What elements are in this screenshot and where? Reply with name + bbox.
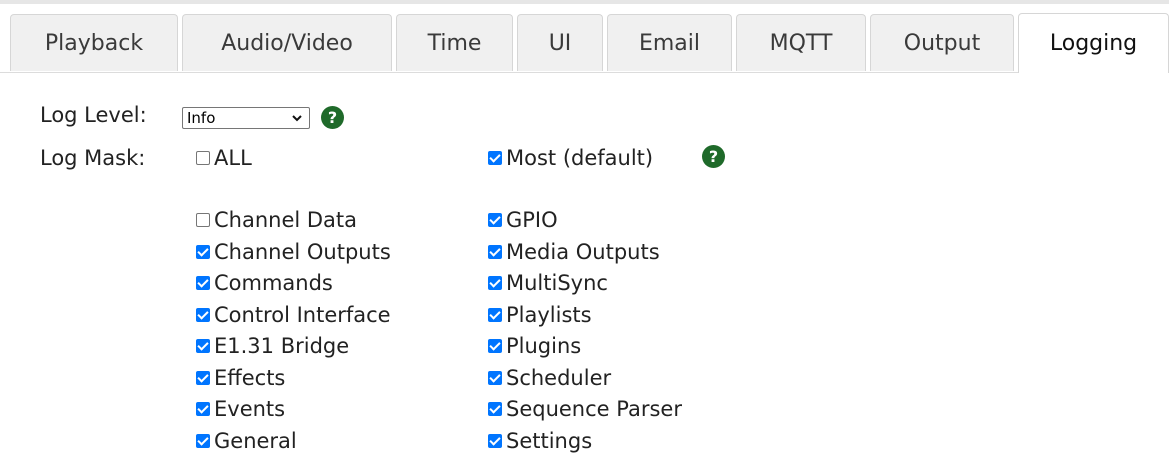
checkbox-control-interface[interactable]: Control Interface — [196, 303, 391, 327]
checkbox-icon[interactable] — [488, 151, 502, 165]
log-level-selected-value: Info — [187, 109, 216, 127]
checkbox-icon[interactable] — [196, 402, 210, 416]
checkbox-label: GPIO — [506, 208, 558, 232]
checkbox-gpio[interactable]: GPIO — [488, 208, 558, 232]
log-mask-label: Log Mask: — [40, 146, 146, 170]
checkbox-label: Commands — [214, 271, 333, 295]
chevron-down-icon — [292, 115, 302, 122]
checkbox-icon[interactable] — [196, 213, 210, 227]
tab-mqtt[interactable]: MQTT — [736, 14, 866, 71]
checkbox-icon[interactable] — [196, 244, 210, 259]
checkbox-label: Scheduler — [506, 365, 612, 390]
tab-ui[interactable]: UI — [517, 14, 603, 71]
log-level-label: Log Level: — [40, 103, 147, 127]
checkbox-most-label: Most (default) — [506, 146, 654, 170]
checkbox-label: Playlists — [506, 302, 592, 327]
checkbox-most-default[interactable]: Most (default) — [488, 146, 653, 170]
checkbox-label: E1.31 Bridge — [214, 334, 350, 358]
checkbox-channel-data[interactable]: Channel Data — [196, 208, 357, 232]
checkbox-icon[interactable] — [196, 433, 210, 448]
checkbox-all-label: ALL — [214, 146, 252, 170]
checkbox-icon[interactable] — [488, 402, 502, 416]
checkbox-icon[interactable] — [488, 433, 502, 448]
checkbox-media-outputs[interactable]: Media Outputs — [488, 240, 660, 264]
tab-email[interactable]: Email — [607, 14, 732, 71]
checkbox-effects[interactable]: Effects — [196, 366, 285, 390]
checkbox-all[interactable]: ALL — [196, 146, 252, 170]
checkbox-icon[interactable] — [488, 276, 502, 290]
checkbox-label: Events — [214, 397, 286, 421]
checkbox-scheduler[interactable]: Scheduler — [488, 366, 611, 390]
checkbox-icon[interactable] — [488, 307, 502, 322]
checkbox-label: Channel Outputs — [214, 239, 391, 264]
checkbox-label: Sequence Parser — [506, 397, 682, 421]
checkbox-label: Control Interface — [214, 302, 391, 327]
checkbox-icon[interactable] — [488, 370, 502, 385]
checkbox-commands[interactable]: Commands — [196, 271, 333, 295]
checkbox-icon[interactable] — [488, 213, 502, 227]
checkbox-sequence-parser[interactable]: Sequence Parser — [488, 397, 682, 421]
checkbox-plugins[interactable]: Plugins — [488, 334, 581, 358]
checkbox-channel-outputs[interactable]: Channel Outputs — [196, 240, 391, 264]
log-level-help-icon[interactable]: ? — [321, 106, 344, 129]
checkbox-label: Effects — [214, 365, 286, 390]
settings-tab-bar: Playback Audio/Video Time UI Email MQTT … — [0, 0, 1169, 73]
checkbox-icon[interactable] — [196, 276, 210, 290]
log-mask-help-icon[interactable]: ? — [702, 145, 725, 168]
checkbox-general[interactable]: General — [196, 429, 297, 453]
checkbox-icon[interactable] — [488, 339, 502, 353]
checkbox-events[interactable]: Events — [196, 397, 285, 421]
checkbox-label: General — [214, 428, 297, 453]
checkbox-icon[interactable] — [488, 244, 502, 259]
checkbox-multisync[interactable]: MultiSync — [488, 271, 608, 295]
checkbox-label: Channel Data — [214, 208, 358, 232]
tab-time[interactable]: Time — [396, 14, 513, 71]
checkbox-e1-31-bridge[interactable]: E1.31 Bridge — [196, 334, 349, 358]
tab-audio-video[interactable]: Audio/Video — [182, 14, 392, 71]
checkbox-icon[interactable] — [196, 151, 210, 165]
checkbox-playlists[interactable]: Playlists — [488, 303, 592, 327]
log-level-select[interactable]: Info — [182, 107, 310, 129]
checkbox-icon[interactable] — [196, 370, 210, 385]
checkbox-icon[interactable] — [196, 339, 210, 353]
checkbox-settings[interactable]: Settings — [488, 429, 592, 453]
tab-logging[interactable]: Logging — [1018, 13, 1169, 73]
checkbox-label: MultiSync — [506, 271, 608, 295]
tab-playback[interactable]: Playback — [10, 14, 178, 71]
tab-output[interactable]: Output — [870, 14, 1014, 71]
checkbox-label: Media Outputs — [506, 239, 660, 264]
checkbox-icon[interactable] — [196, 307, 210, 322]
checkbox-label: Settings — [506, 428, 593, 453]
checkbox-label: Plugins — [506, 334, 582, 358]
